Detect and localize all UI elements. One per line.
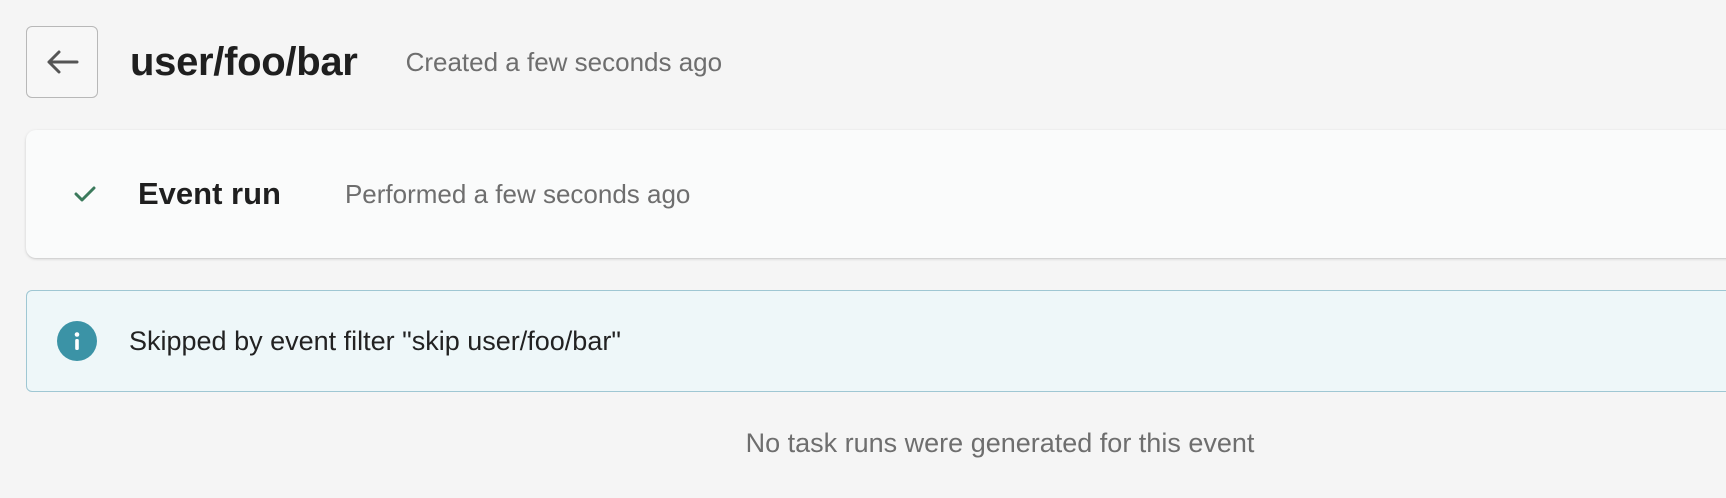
page-title: user/foo/bar	[130, 39, 358, 84]
page-header: user/foo/bar Created a few seconds ago	[26, 26, 722, 98]
info-banner: Skipped by event filter "skip user/foo/b…	[26, 290, 1726, 392]
event-detail-page: user/foo/bar Created a few seconds ago E…	[0, 0, 1726, 498]
event-run-card: Event run Performed a few seconds ago	[26, 130, 1726, 258]
arrow-left-icon	[45, 49, 79, 75]
event-run-title: Event run	[138, 176, 281, 211]
empty-task-runs-message: No task runs were generated for this eve…	[745, 428, 1255, 458]
created-timestamp: Created a few seconds ago	[405, 46, 723, 77]
info-icon	[57, 321, 97, 361]
back-button[interactable]	[26, 26, 98, 98]
info-banner-message: Skipped by event filter "skip user/foo/b…	[129, 325, 621, 356]
check-icon	[72, 181, 98, 207]
performed-timestamp: Performed a few seconds ago	[344, 178, 691, 209]
